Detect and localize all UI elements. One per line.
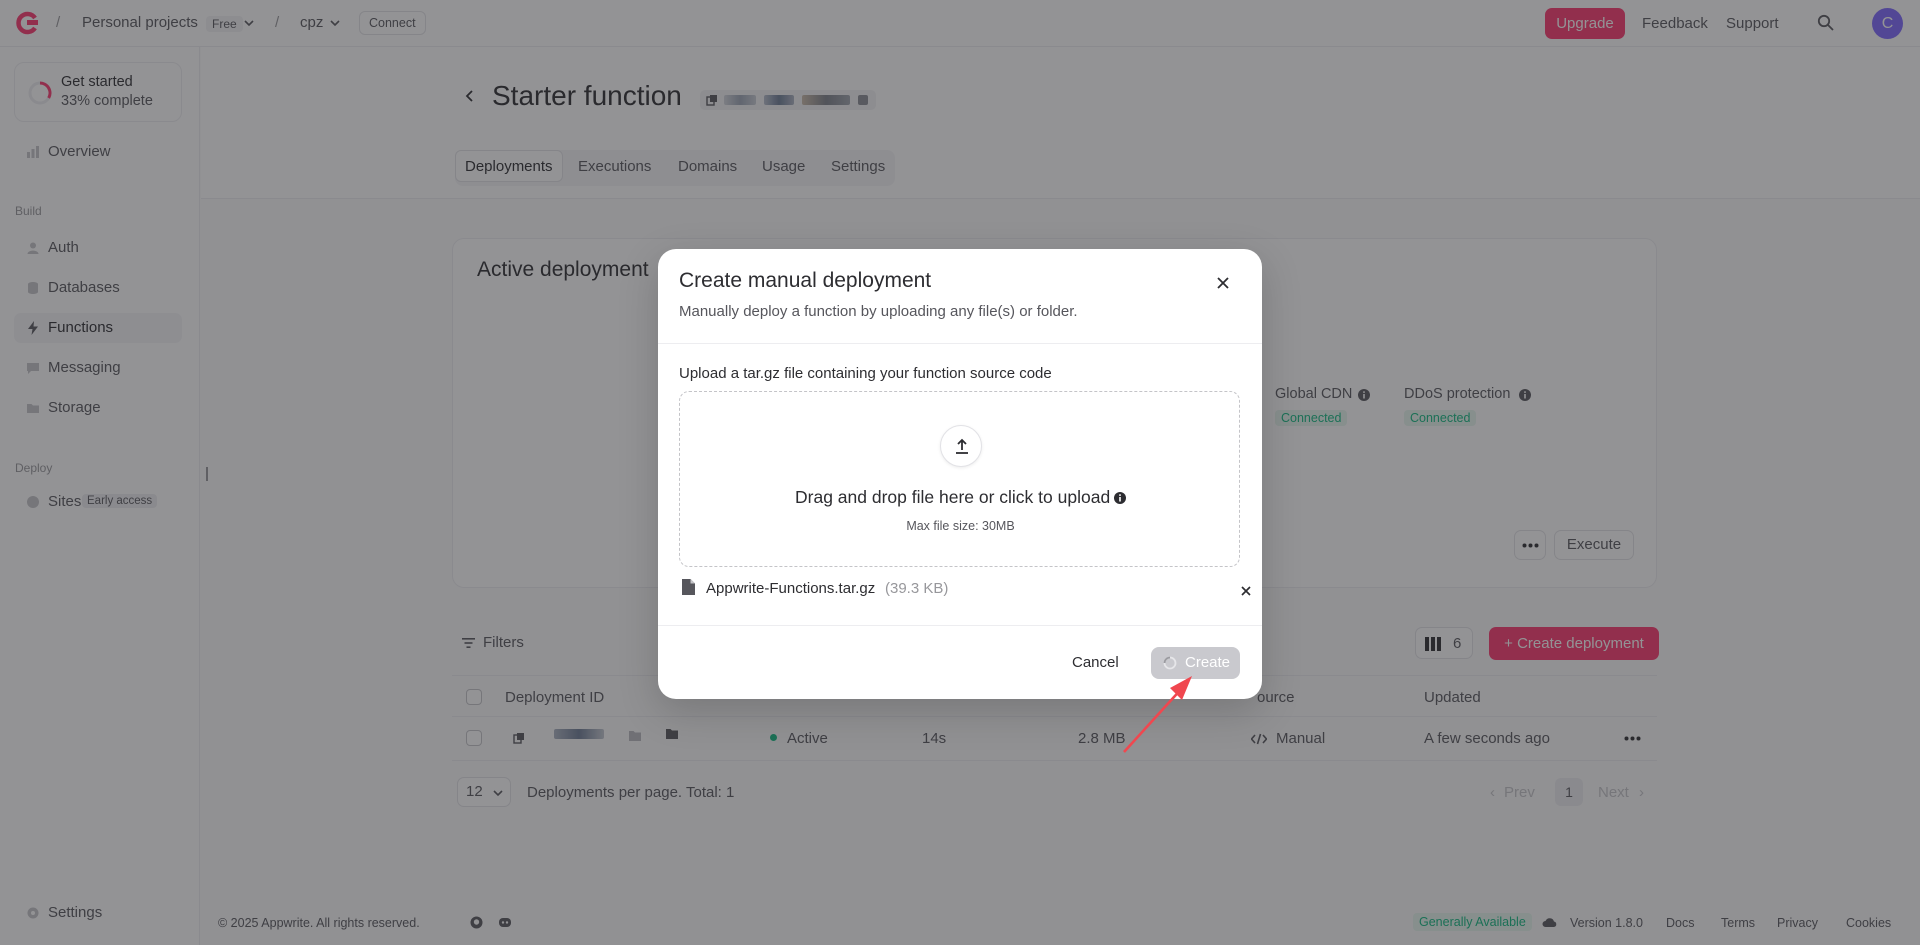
loading-spinner-icon bbox=[1163, 656, 1177, 670]
upload-button[interactable] bbox=[940, 425, 982, 467]
close-icon[interactable] bbox=[1214, 274, 1232, 292]
upload-icon bbox=[956, 438, 968, 454]
file-icon bbox=[682, 579, 695, 595]
uploaded-file-row: Appwrite-Functions.tar.gz (39.3 KB) bbox=[679, 575, 1251, 605]
annotation-arrow bbox=[1123, 676, 1192, 753]
create-deployment-modal: Create manual deployment Manually deploy… bbox=[658, 249, 1262, 699]
cancel-button[interactable]: Cancel bbox=[1072, 654, 1119, 671]
modal-divider bbox=[658, 625, 1262, 626]
max-file-size: Max file size: 30MB bbox=[906, 519, 1015, 533]
file-name: Appwrite-Functions.tar.gz bbox=[706, 580, 876, 597]
modal-divider bbox=[658, 343, 1262, 344]
dropzone-text: Drag and drop file here or click to uplo… bbox=[795, 487, 1111, 507]
modal-title: Create manual deployment bbox=[679, 269, 932, 292]
info-icon[interactable] bbox=[1113, 491, 1127, 505]
upload-label: Upload a tar.gz file containing your fun… bbox=[679, 365, 1052, 382]
file-dropzone[interactable]: Drag and drop file here or click to uplo… bbox=[679, 391, 1240, 567]
modal-subtitle: Manually deploy a function by uploading … bbox=[679, 303, 1078, 320]
remove-file-icon[interactable] bbox=[1240, 585, 1252, 597]
file-size: (39.3 KB) bbox=[885, 580, 949, 597]
